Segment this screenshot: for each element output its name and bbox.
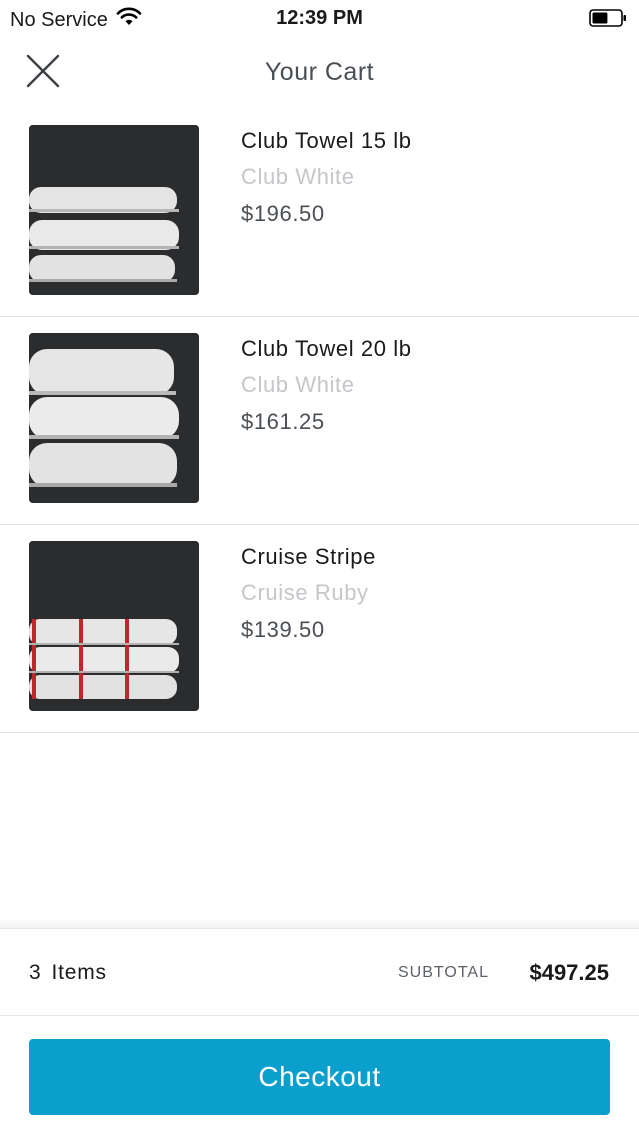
- product-variant: Club White: [241, 164, 355, 189]
- cart-item[interactable]: Club Towel 20 lb Club White $161.25: [0, 316, 639, 525]
- product-name: Club Towel 15 lb: [241, 128, 412, 153]
- subtotal-value: $497.25: [529, 960, 609, 985]
- product-name: Club Towel 20 lb: [241, 336, 412, 361]
- page-title: Your Cart: [264, 58, 375, 86]
- product-variant: Club White: [241, 372, 355, 397]
- cart-summary: 3 Items SUBTOTAL $497.25: [0, 928, 639, 1016]
- product-image-white-towels: [29, 333, 199, 503]
- status-time: 12:39 PM: [276, 7, 363, 29]
- items-count: 3 Items: [29, 961, 107, 985]
- nav-bar: Your Cart: [0, 36, 639, 110]
- product-image-red-stripe-towels: [29, 541, 199, 711]
- product-price: $161.25: [241, 409, 325, 434]
- product-price: $139.50: [241, 617, 325, 642]
- status-bar: No Service 12:39 PM: [0, 0, 639, 36]
- summary-shadow: [0, 918, 639, 928]
- cart-item[interactable]: Cruise Stripe Cruise Ruby $139.50: [0, 524, 639, 733]
- product-image-white-towels: [29, 125, 199, 295]
- checkout-button[interactable]: Checkout: [29, 1039, 610, 1115]
- product-price: $196.50: [241, 201, 325, 226]
- items-count-number: 3: [29, 961, 42, 984]
- battery-icon: [589, 9, 627, 27]
- product-variant: Cruise Ruby: [241, 580, 369, 605]
- subtotal-label: SUBTOTAL: [398, 964, 489, 981]
- items-count-label: Items: [51, 961, 107, 984]
- cart-item[interactable]: Club Towel 15 lb Club White $196.50: [0, 108, 639, 317]
- product-name: Cruise Stripe: [241, 544, 376, 569]
